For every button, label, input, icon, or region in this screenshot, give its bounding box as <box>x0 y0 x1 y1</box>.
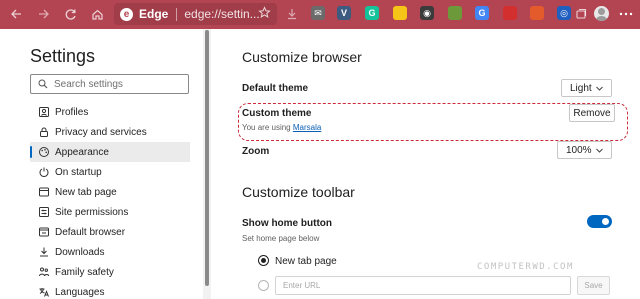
zoom-value: 100% <box>566 144 592 156</box>
search-settings-input[interactable]: Search settings <box>30 74 189 94</box>
profile-avatar[interactable] <box>594 6 609 21</box>
sidebar-item-languages[interactable]: Languages <box>30 282 190 299</box>
chevron-down-icon <box>596 148 603 153</box>
save-url-button[interactable]: Save <box>577 276 610 295</box>
new-tab-icon <box>38 186 50 198</box>
download-arrow-icon <box>288 9 296 20</box>
sidebar-item-new-tab-page[interactable]: New tab page <box>30 182 190 202</box>
sidebar-item-label: Default browser <box>55 226 126 238</box>
search-placeholder: Search settings <box>54 78 123 90</box>
more-menu-button[interactable] <box>614 2 638 26</box>
chevron-down-icon <box>596 86 603 91</box>
mail-extension-icon[interactable]: ✉ <box>311 6 325 20</box>
eye-extension-icon[interactable]: ◉ <box>420 6 434 20</box>
zoom-label: Zoom <box>242 146 270 157</box>
sidebar-scroll-thumb[interactable] <box>205 30 209 286</box>
sidebar-item-label: Site permissions <box>55 206 129 218</box>
palette-icon <box>38 146 50 158</box>
back-arrow-icon <box>11 9 21 19</box>
sidebar-item-on-startup[interactable]: On startup <box>30 162 190 182</box>
power-icon <box>38 166 50 178</box>
lock-icon <box>38 126 50 138</box>
forward-button[interactable] <box>32 2 56 26</box>
sidebar-item-profiles[interactable]: Profiles <box>30 102 190 122</box>
zoom-dropdown[interactable]: 100% <box>557 141 612 159</box>
star-icon <box>258 6 271 18</box>
download-icon <box>38 246 50 258</box>
sidebar-item-default-browser[interactable]: Default browser <box>30 222 190 242</box>
address-separator <box>176 7 178 21</box>
enter-url-placeholder: Enter URL <box>283 281 321 290</box>
custom-url-radio[interactable] <box>258 280 269 291</box>
settings-sidebar: Settings Search settings Profiles Privacy… <box>0 29 210 299</box>
calendar-extension-icon[interactable] <box>530 6 544 20</box>
notes-extension-icon[interactable] <box>393 6 407 20</box>
settings-title: Settings <box>30 46 96 66</box>
download-toolbar-button[interactable] <box>280 2 304 26</box>
sidebar-item-label: Appearance <box>55 146 109 158</box>
browser-icon <box>38 226 50 238</box>
show-home-subtext: Set home page below <box>242 234 320 243</box>
remove-theme-button[interactable]: Remove <box>569 104 615 122</box>
favorite-star-button[interactable] <box>258 6 271 22</box>
flag-extension-icon[interactable] <box>503 6 517 20</box>
sidebar-item-privacy-and-services[interactable]: Privacy and services <box>30 122 190 142</box>
default-theme-value: Light <box>570 82 592 94</box>
more-dots-icon <box>619 12 633 16</box>
collections-icon <box>576 8 587 19</box>
new-tab-page-label: New tab page <box>275 256 337 267</box>
custom-theme-using-prefix: You are using <box>242 123 293 132</box>
vpn-extension-icon[interactable]: V <box>337 6 351 20</box>
sidebar-item-label: On startup <box>55 166 102 178</box>
show-home-label: Show home button <box>242 218 332 229</box>
home-button[interactable] <box>85 2 109 26</box>
address-brand: Edge <box>139 7 169 21</box>
sidebar-item-label: Privacy and services <box>55 126 147 138</box>
sidebar-item-label: Profiles <box>55 106 89 118</box>
address-url: edge://settin... <box>184 7 260 21</box>
enter-url-input[interactable]: Enter URL <box>275 276 571 295</box>
address-bar[interactable]: e Edge edge://settin... <box>114 3 277 25</box>
edge-logo-icon: e <box>120 7 133 21</box>
default-theme-dropdown[interactable]: Light <box>561 79 612 97</box>
grammarly-extension-icon[interactable]: G <box>365 6 379 20</box>
default-theme-label: Default theme <box>242 83 309 94</box>
sidebar-item-downloads[interactable]: Downloads <box>30 242 190 262</box>
settings-main: Customize browser Default theme Light Cu… <box>212 29 640 299</box>
browser-toolbar: e Edge edge://settin... ✉ V G ◉ G ◎ <box>0 0 640 29</box>
watermark-text: COMPUTERWD.COM <box>477 262 574 272</box>
custom-theme-subtext: You are using Marsala <box>242 123 321 132</box>
search-icon <box>38 79 48 89</box>
collections-button[interactable] <box>569 2 593 26</box>
site-permissions-icon <box>38 206 50 218</box>
show-home-toggle[interactable] <box>587 215 612 228</box>
customize-browser-heading: Customize browser <box>242 49 362 65</box>
new-tab-page-radio[interactable] <box>258 255 269 266</box>
sidebar-item-label: Languages <box>55 286 105 298</box>
sidebar-item-label: Downloads <box>55 246 105 258</box>
home-icon <box>91 9 103 20</box>
sidebar-item-label: New tab page <box>55 186 117 198</box>
custom-theme-name-link[interactable]: Marsala <box>293 123 321 132</box>
translate-extension-icon[interactable]: G <box>475 6 489 20</box>
sidebar-item-label: Family safety <box>55 266 114 278</box>
refresh-button[interactable] <box>58 2 82 26</box>
back-button[interactable] <box>4 2 28 26</box>
sidebar-item-appearance[interactable]: Appearance <box>30 142 190 162</box>
profile-icon <box>38 106 50 118</box>
sidebar-item-family-safety[interactable]: Family safety <box>30 262 190 282</box>
settings-nav: Profiles Privacy and services Appearance On… <box>30 102 190 299</box>
palette-extension-icon[interactable] <box>448 6 462 20</box>
languages-icon <box>38 286 50 298</box>
custom-theme-label: Custom theme <box>242 108 312 119</box>
family-icon <box>38 266 50 278</box>
forward-arrow-icon <box>39 9 49 19</box>
customize-toolbar-heading: Customize toolbar <box>242 184 355 200</box>
refresh-icon <box>65 8 76 20</box>
sidebar-item-site-permissions[interactable]: Site permissions <box>30 202 190 222</box>
